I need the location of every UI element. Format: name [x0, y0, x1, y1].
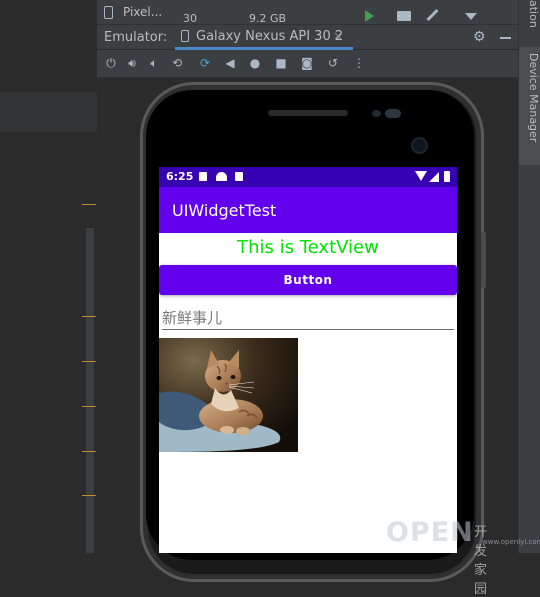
camera-icon[interactable]: ◙: [300, 56, 314, 70]
gutter-marker: [82, 316, 96, 317]
power-icon[interactable]: ⏻: [104, 56, 118, 70]
signal-icon: [429, 172, 439, 182]
watermark-url: www.openlyi.com: [482, 538, 540, 546]
status-bar: 6:25: [159, 167, 457, 187]
rotate-right-icon[interactable]: ⟳: [198, 56, 212, 70]
wifi-notification-icon: [216, 172, 227, 181]
side-tab-partial[interactable]: ation: [522, 0, 540, 28]
home-icon[interactable]: ●: [248, 56, 262, 70]
tab-galaxy-nexus[interactable]: Galaxy Nexus API 30 2 ×: [175, 25, 353, 50]
volume-down-icon[interactable]: 🔈︎: [147, 56, 161, 70]
phone-screen: 6:25 UIWidgetTest This is TextView Butto…: [159, 167, 457, 553]
phone-speaker: [268, 110, 348, 116]
phone-side-button[interactable]: [481, 232, 486, 288]
side-tab-label: Device Manager: [527, 53, 540, 143]
front-camera: [411, 137, 428, 154]
ide-editor-area: [0, 0, 97, 553]
device-name: Pixel...: [123, 5, 163, 19]
tab-title: Galaxy Nexus API 30 2: [196, 29, 344, 44]
kitten-illustration: [159, 338, 298, 452]
emulator-tab-bar: Emulator: Galaxy Nexus API 30 2 × ⚙: [97, 24, 518, 50]
sd-card-icon: [235, 172, 243, 181]
edit-icon[interactable]: [426, 8, 439, 22]
watermark-cn: 开发家园: [474, 525, 488, 597]
editor-highlight-band: [0, 92, 97, 132]
battery-icon: [444, 171, 450, 182]
emulator-label: Emulator:: [104, 30, 168, 45]
play-icon[interactable]: [365, 10, 374, 22]
light-sensor: [385, 109, 401, 118]
gutter-marker: [82, 495, 96, 496]
main-button[interactable]: Button: [159, 265, 457, 295]
app-bar: UIWidgetTest: [159, 187, 457, 233]
phone-icon: [104, 6, 113, 19]
gear-icon[interactable]: ⚙: [473, 29, 486, 45]
phone-icon: [181, 30, 189, 42]
chevron-down-icon[interactable]: [465, 13, 477, 20]
volume-up-icon[interactable]: 🔊︎: [125, 56, 139, 70]
replay-icon[interactable]: ↺: [326, 56, 340, 70]
wifi-icon: [415, 171, 427, 181]
proximity-sensor: [372, 110, 381, 117]
side-tab-device-manager[interactable]: Device Manager: [519, 47, 540, 165]
edit-text-field[interactable]: 新鲜事儿: [162, 307, 454, 330]
gutter-marker: [82, 451, 96, 452]
more-icon[interactable]: ⋮: [352, 56, 366, 70]
overview-icon[interactable]: ■: [274, 56, 288, 70]
gutter-marker: [82, 361, 96, 362]
back-icon[interactable]: ◀: [223, 56, 237, 70]
close-icon[interactable]: ×: [333, 29, 343, 43]
notification-a-icon: [199, 172, 207, 181]
text-view: This is TextView: [237, 237, 379, 258]
app-title: UIWidgetTest: [172, 201, 277, 220]
gutter-marker: [82, 406, 96, 407]
emulator-toolbar: ⏻ 🔊︎ 🔈︎ ⟲ ⟳ ◀ ● ■ ◙ ↺ ⋮: [97, 50, 518, 78]
kitten-image: [159, 338, 298, 452]
status-time: 6:25: [166, 170, 194, 183]
rotate-left-icon[interactable]: ⟲: [170, 56, 184, 70]
device-list-row[interactable]: Pixel... 30 9.2 GB: [97, 0, 518, 25]
gutter-marker: [82, 204, 96, 205]
watermark-brand: OPEN: [386, 517, 474, 548]
folder-icon[interactable]: [397, 11, 411, 21]
minimize-icon[interactable]: [500, 37, 511, 39]
right-tool-strip: ation Device Manager: [518, 0, 540, 553]
editor-scrollbar[interactable]: [86, 228, 94, 553]
